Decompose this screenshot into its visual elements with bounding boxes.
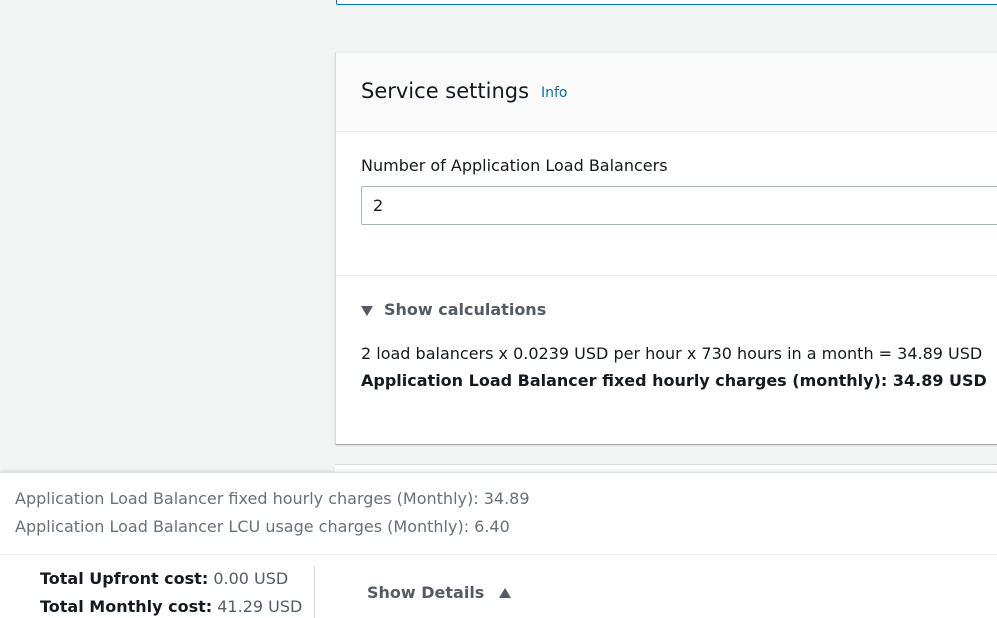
calculation-result: Application Load Balancer fixed hourly c… <box>361 371 987 390</box>
card-title: Service settings <box>361 79 530 103</box>
summary-fixed-hourly-line: Application Load Balancer fixed hourly c… <box>15 489 530 508</box>
previous-panel-edge <box>336 0 997 5</box>
total-monthly-cost: Total Monthly cost: 41.29 USD <box>40 597 302 617</box>
show-details-label: Show Details <box>367 583 485 602</box>
total-upfront-value: 0.00 USD <box>213 569 289 588</box>
total-upfront-cost: Total Upfront cost: 0.00 USD <box>40 569 288 589</box>
caret-down-icon <box>361 305 373 316</box>
card-header: Service settings Info <box>336 53 997 132</box>
show-calculations-label: Show calculations <box>384 300 547 319</box>
calculation-formula: 2 load balancers x 0.0239 USD per hour x… <box>361 344 983 363</box>
totals-separator <box>314 566 315 618</box>
load-balancer-count-input[interactable] <box>361 186 997 225</box>
info-link[interactable]: Info <box>541 84 568 102</box>
summary-lcu-usage-line: Application Load Balancer LCU usage char… <box>15 517 510 536</box>
total-monthly-label: Total Monthly cost: <box>40 597 213 616</box>
cost-summary-bar: Application Load Balancer fixed hourly c… <box>0 472 997 618</box>
total-monthly-value: 41.29 USD <box>217 597 303 616</box>
caret-up-icon <box>499 588 512 598</box>
show-details-button[interactable]: Show Details <box>367 583 512 603</box>
summary-divider <box>0 554 997 555</box>
show-calculations-toggle[interactable]: Show calculations <box>361 300 546 320</box>
load-balancer-count-label: Number of Application Load Balancers <box>361 156 668 175</box>
section-divider <box>336 275 997 276</box>
service-settings-card: Service settings Info Number of Applicat… <box>335 52 997 444</box>
total-upfront-label: Total Upfront cost: <box>40 569 209 588</box>
